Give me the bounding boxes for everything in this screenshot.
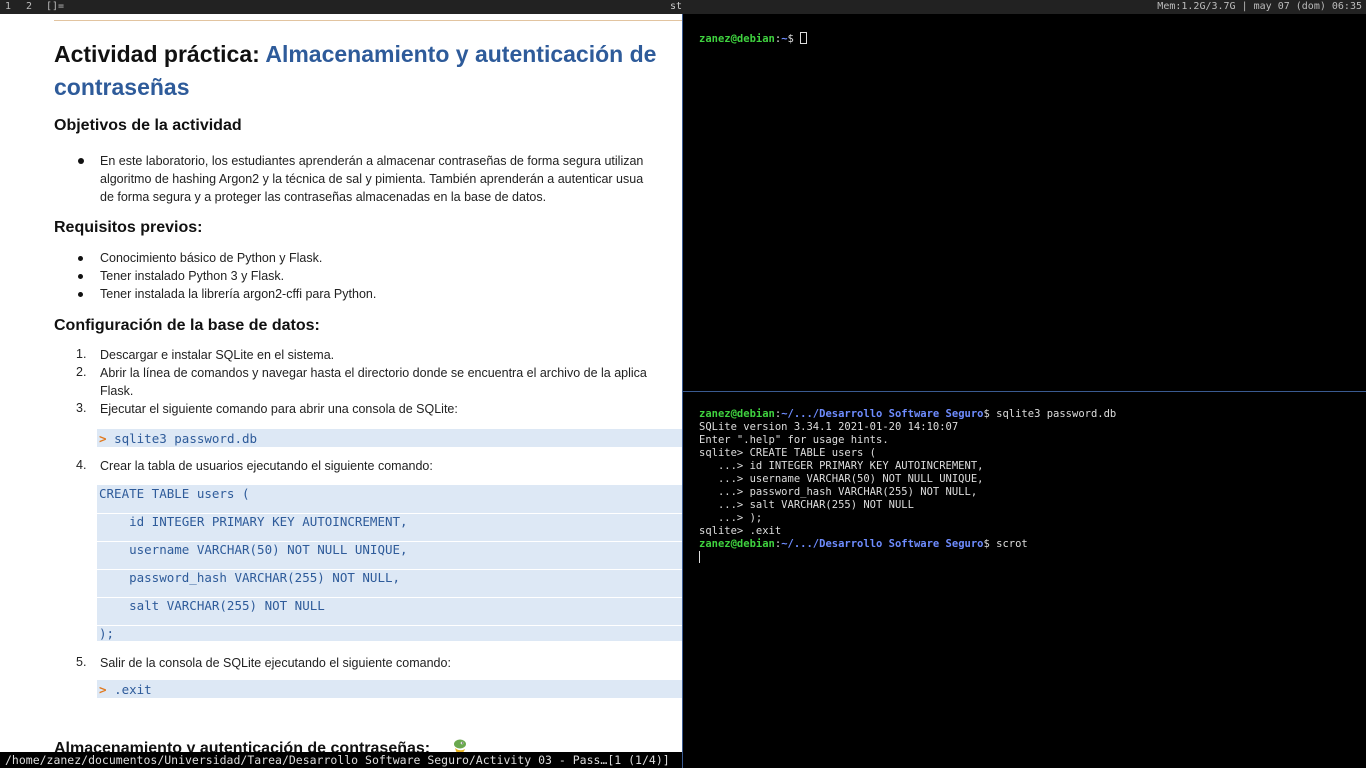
step-number: 5. bbox=[76, 655, 87, 669]
prompt-end: $ bbox=[983, 408, 997, 420]
page-top-rule bbox=[54, 20, 682, 21]
code-text: .exit bbox=[114, 682, 152, 697]
terminal-output-line: Enter ".help" for usage hints. bbox=[699, 434, 889, 446]
terminal-output-line: sqlite> CREATE TABLE users ( bbox=[699, 447, 877, 459]
prereq-item-3: Tener instalada la librería argon2-cffi … bbox=[100, 287, 377, 301]
objectives-line-1: En este laboratorio, los estudiantes apr… bbox=[100, 154, 644, 168]
bullet bbox=[78, 158, 84, 164]
code-block-exit bbox=[97, 680, 682, 698]
terminal-output-line: ...> ); bbox=[699, 512, 763, 524]
terminal-output-line: ...> salt VARCHAR(255) NOT NULL bbox=[699, 499, 914, 511]
sql-line: id INTEGER PRIMARY KEY AUTOINCREMENT, bbox=[99, 514, 408, 529]
code-line-separator bbox=[97, 625, 682, 626]
python-snake-icon bbox=[454, 739, 466, 752]
page-title-line-2: contraseñas bbox=[54, 74, 190, 100]
prereq-item-1: Conocimiento básico de Python y Flask. bbox=[100, 251, 323, 265]
step-5-text: Salir de la consola de SQLite ejecutando… bbox=[100, 656, 451, 670]
top-status-bar: 1 2 []= st Mem:1.2G/3.7G | may 07 (dom) … bbox=[0, 0, 1366, 14]
prompt-user: zanez@debian bbox=[699, 538, 775, 550]
step-4-text: Crear la tabla de usuarios ejecutando el… bbox=[100, 459, 433, 473]
sql-line: ); bbox=[99, 626, 115, 641]
system-status: Mem:1.2G/3.7G | may 07 (dom) 06:35 bbox=[1157, 1, 1362, 12]
prompt-user: zanez@debian bbox=[699, 408, 775, 420]
sql-line: salt VARCHAR(255) NOT NULL bbox=[99, 598, 325, 613]
prompt-end: $ bbox=[787, 33, 801, 45]
terminal-prompt-line: zanez@debian:~/.../Desarrollo Software S… bbox=[699, 408, 1116, 421]
config-heading: Configuración de la base de datos: bbox=[54, 317, 320, 334]
objectives-line-2: algoritmo de hashing Argon2 y la técnica… bbox=[100, 172, 644, 186]
terminal-command: sqlite3 password.db bbox=[996, 408, 1117, 420]
sql-line: password_hash VARCHAR(255) NOT NULL, bbox=[99, 570, 401, 585]
workspace-2[interactable]: 2 bbox=[26, 0, 32, 14]
step-number: 3. bbox=[76, 401, 87, 415]
prompt-path: ~/.../Desarrollo Software Seguro bbox=[781, 538, 984, 550]
terminal-output-line: SQLite version 3.34.1 2021-01-20 14:10:0… bbox=[699, 421, 959, 433]
step-number: 4. bbox=[76, 458, 87, 472]
code-prompt: > bbox=[99, 431, 107, 446]
step-1-text: Descargar e instalar SQLite en el sistem… bbox=[100, 348, 335, 362]
workspace-1[interactable]: 1 bbox=[5, 0, 11, 14]
window-title: st bbox=[670, 1, 683, 12]
terminal-cursor bbox=[699, 551, 700, 563]
terminal-output-line: sqlite> .exit bbox=[699, 525, 782, 537]
bullet bbox=[78, 274, 83, 279]
terminal-output-line: ...> password_hash VARCHAR(255) NOT NULL… bbox=[699, 486, 978, 498]
document-viewer[interactable]: Actividad práctica: Almacenamiento y aut… bbox=[0, 14, 682, 752]
prompt-user: zanez@debian bbox=[699, 33, 775, 45]
code-prompt: > bbox=[99, 682, 107, 697]
step-number: 2. bbox=[76, 365, 87, 379]
terminal-bottom[interactable]: zanez@debian:~/.../Desarrollo Software S… bbox=[682, 391, 1366, 768]
code-block-create-table bbox=[97, 485, 682, 641]
code-text: sqlite3 password.db bbox=[114, 431, 258, 446]
page-title-line-1: Actividad práctica: Almacenamiento y aut… bbox=[54, 38, 656, 71]
prereq-item-2: Tener instalado Python 3 y Flask. bbox=[100, 269, 285, 283]
terminal-prompt-line: zanez@debian:~/.../Desarrollo Software S… bbox=[699, 538, 1028, 551]
code-exit-command: > .exit bbox=[99, 682, 152, 697]
prereq-heading: Requisitos previos: bbox=[54, 219, 203, 236]
step-number: 1. bbox=[76, 347, 87, 361]
step-2-text: Abrir la línea de comandos y navegar has… bbox=[100, 366, 647, 380]
sql-line: username VARCHAR(50) NOT NULL UNIQUE, bbox=[99, 542, 408, 557]
title-highlight: Almacenamiento y autenticación de bbox=[265, 41, 657, 67]
prompt-path: ~/.../Desarrollo Software Seguro bbox=[781, 408, 984, 420]
terminal-output-line: ...> id INTEGER PRIMARY KEY AUTOINCREMEN… bbox=[699, 460, 984, 472]
next-section-heading: Almacenamiento y autenticación de contra… bbox=[54, 740, 431, 752]
code-sqlite-command: > sqlite3 password.db bbox=[99, 431, 257, 446]
prompt-end: $ bbox=[983, 538, 997, 550]
bullet bbox=[78, 256, 83, 261]
document-status-bar: /home/zanez/documentos/Universidad/Tarea… bbox=[0, 752, 682, 768]
step-2-text-cont: Flask. bbox=[100, 384, 134, 398]
title-prefix: Actividad práctica: bbox=[54, 41, 266, 67]
terminal-top[interactable]: zanez@debian:~$ bbox=[682, 14, 1366, 391]
terminal-prompt-line: zanez@debian:~$ bbox=[699, 32, 808, 46]
terminal-cursor bbox=[800, 32, 808, 44]
objectives-line-3: de forma segura y a proteger las contras… bbox=[100, 190, 547, 204]
sql-line: CREATE TABLE users ( bbox=[99, 486, 250, 501]
bullet bbox=[78, 292, 83, 297]
layout-indicator[interactable]: []= bbox=[46, 0, 64, 14]
terminal-command: scrot bbox=[996, 538, 1028, 550]
terminal-output-line: ...> username VARCHAR(50) NOT NULL UNIQU… bbox=[699, 473, 984, 485]
objectives-heading: Objetivos de la actividad bbox=[54, 117, 242, 134]
step-3-text: Ejecutar el siguiente comando para abrir… bbox=[100, 402, 458, 416]
